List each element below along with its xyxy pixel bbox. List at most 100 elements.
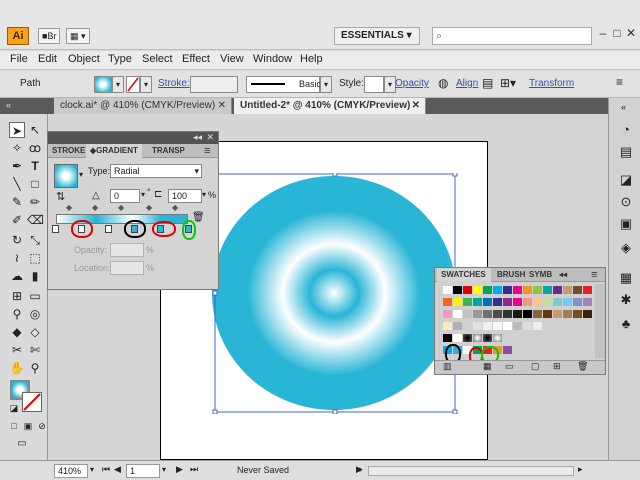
aspect-ratio-field[interactable]: 100	[168, 189, 202, 203]
swatches-icon[interactable]: ▦	[617, 270, 635, 286]
color-panel-icon[interactable]: ◔	[617, 122, 635, 138]
scale-tool-icon[interactable]: ⤡	[27, 232, 43, 248]
align-link[interactable]: Align	[456, 78, 478, 89]
menu-type[interactable]: Type	[108, 53, 132, 65]
tab-symbols[interactable]: SYMB	[529, 268, 552, 282]
pen-tool-icon[interactable]: ✒	[9, 158, 25, 174]
minimize-icon[interactable]: –	[596, 26, 610, 42]
next-artboard-icon[interactable]: ▶	[176, 464, 183, 475]
blob-brush-tool-icon[interactable]: ✐	[9, 212, 25, 228]
stroke-weight-field[interactable]	[190, 76, 238, 93]
artboard-number-field[interactable]: 1	[126, 464, 160, 478]
aspect-dropdown-icon[interactable]: ▾	[202, 190, 206, 199]
tab-clock[interactable]: clock.ai* @ 410% (CMYK/Preview) ✕	[54, 98, 232, 114]
color-swatch[interactable]	[573, 286, 583, 295]
midpoint-diamond[interactable]: ◆	[146, 203, 152, 212]
stroke-label[interactable]: Stroke:	[158, 78, 190, 89]
tab-brushes[interactable]: BRUSH	[497, 268, 525, 282]
appearance-icon[interactable]: ⊙	[617, 194, 635, 210]
scissors-tool-icon[interactable]: ✄	[27, 342, 43, 358]
menu-object[interactable]: Object	[68, 53, 100, 65]
panel-menu-icon[interactable]: ≡	[204, 144, 210, 158]
live-paint-selection-icon[interactable]: ◇	[27, 324, 43, 340]
color-swatch[interactable]	[483, 310, 493, 319]
color-swatch[interactable]	[503, 310, 513, 319]
gradient-stop[interactable]	[105, 225, 112, 233]
artboard-dropdown-icon[interactable]: ▾	[162, 465, 166, 474]
color-swatch[interactable]	[523, 286, 533, 295]
gradient-preview-dropdown-icon[interactable]: ▾	[79, 170, 83, 179]
collapse-icon[interactable]: «	[6, 100, 11, 110]
color-swatch[interactable]	[553, 286, 563, 295]
color-swatch[interactable]	[583, 310, 593, 319]
gradient-type-select[interactable]: Radial ▾	[110, 164, 202, 178]
color-swatch[interactable]	[573, 310, 583, 319]
color-swatch[interactable]	[493, 322, 503, 331]
color-swatch[interactable]	[523, 322, 533, 331]
collapse-panel-icon[interactable]: ◂◂	[559, 268, 567, 282]
graphic-styles-icon[interactable]: ▣	[617, 216, 635, 232]
color-swatch[interactable]	[543, 298, 553, 307]
color-swatch[interactable]	[453, 322, 463, 331]
close-icon[interactable]: ✕	[624, 26, 638, 42]
menu-edit[interactable]: Edit	[38, 53, 57, 65]
color-swatch[interactable]	[443, 334, 453, 343]
previous-artboard-icon[interactable]: ◀	[114, 464, 121, 475]
workspace-switcher[interactable]: ESSENTIALS ▾	[334, 27, 420, 45]
color-swatch[interactable]	[473, 298, 483, 307]
color-swatch[interactable]	[533, 286, 543, 295]
color-swatch[interactable]	[453, 334, 463, 343]
midpoint-diamond[interactable]: ◆	[92, 203, 98, 212]
gradient-preview-swatch[interactable]	[54, 164, 78, 188]
color-swatch[interactable]	[473, 310, 483, 319]
color-swatch[interactable]	[563, 286, 573, 295]
panel-menu-icon[interactable]: ≡	[591, 268, 597, 282]
color-swatch[interactable]	[503, 286, 513, 295]
color-swatch[interactable]	[463, 310, 473, 319]
color-swatch[interactable]	[463, 334, 473, 343]
color-swatch[interactable]	[503, 322, 513, 331]
radial-gradient-circle[interactable]	[207, 173, 459, 414]
selection-tool-icon[interactable]: ➤	[9, 122, 25, 138]
gradient-stop[interactable]	[52, 225, 59, 233]
warp-tool-icon[interactable]: ≀	[9, 250, 25, 266]
transform-link[interactable]: Transform	[529, 78, 574, 89]
scroll-right-icon[interactable]: ▸	[578, 464, 583, 475]
color-swatch[interactable]	[493, 286, 503, 295]
color-swatch[interactable]	[543, 310, 553, 319]
color-swatch[interactable]	[493, 310, 503, 319]
close-panel-icon[interactable]: ✕	[206, 132, 214, 143]
stroke-dropdown-icon[interactable]: ▾	[140, 76, 152, 93]
tab-stroke[interactable]: STROKE	[52, 144, 85, 158]
arrange-documents-icon[interactable]: ▦ ▾	[66, 28, 90, 44]
style-swatch[interactable]	[364, 76, 384, 93]
color-swatch[interactable]	[483, 334, 493, 343]
color-swatch[interactable]	[513, 322, 523, 331]
swatch-scrollbar[interactable]	[595, 284, 605, 358]
magic-wand-tool-icon[interactable]: ✧	[9, 140, 25, 156]
color-swatch[interactable]	[533, 298, 543, 307]
swatch-libraries-icon[interactable]: ▥	[443, 361, 452, 372]
reverse-gradient-icon[interactable]: ⇅	[56, 190, 65, 203]
color-swatch[interactable]	[513, 310, 523, 319]
color-swatch[interactable]	[463, 322, 473, 331]
opacity-link[interactable]: Opacity	[395, 78, 429, 89]
color-swatch[interactable]	[463, 286, 473, 295]
midpoint-diamond[interactable]: ◆	[118, 203, 124, 212]
recolor-icon[interactable]: ◍	[438, 76, 448, 90]
color-swatch[interactable]	[443, 286, 453, 295]
symbol-sprayer-tool-icon[interactable]: ☁	[9, 268, 25, 284]
angle-dropdown-icon[interactable]: ▾	[141, 190, 145, 199]
gradient-panel-header[interactable]: ◂◂ ✕	[48, 132, 218, 144]
color-swatch[interactable]	[443, 310, 453, 319]
tab-untitled-2[interactable]: Untitled-2* @ 410% (CMYK/Preview) ✕	[234, 98, 426, 114]
scroll-left-icon[interactable]: ◂	[356, 464, 361, 475]
color-swatch[interactable]	[453, 286, 463, 295]
expand-panels-icon[interactable]: «	[621, 102, 626, 112]
menu-window[interactable]: Window	[253, 53, 292, 65]
collapse-panel-icon[interactable]: ◂◂	[193, 132, 202, 143]
menu-select[interactable]: Select	[142, 53, 173, 65]
menu-view[interactable]: View	[220, 53, 244, 65]
direct-selection-tool-icon[interactable]: ↖	[27, 122, 43, 138]
isolate-icon[interactable]: ▤	[482, 76, 493, 90]
